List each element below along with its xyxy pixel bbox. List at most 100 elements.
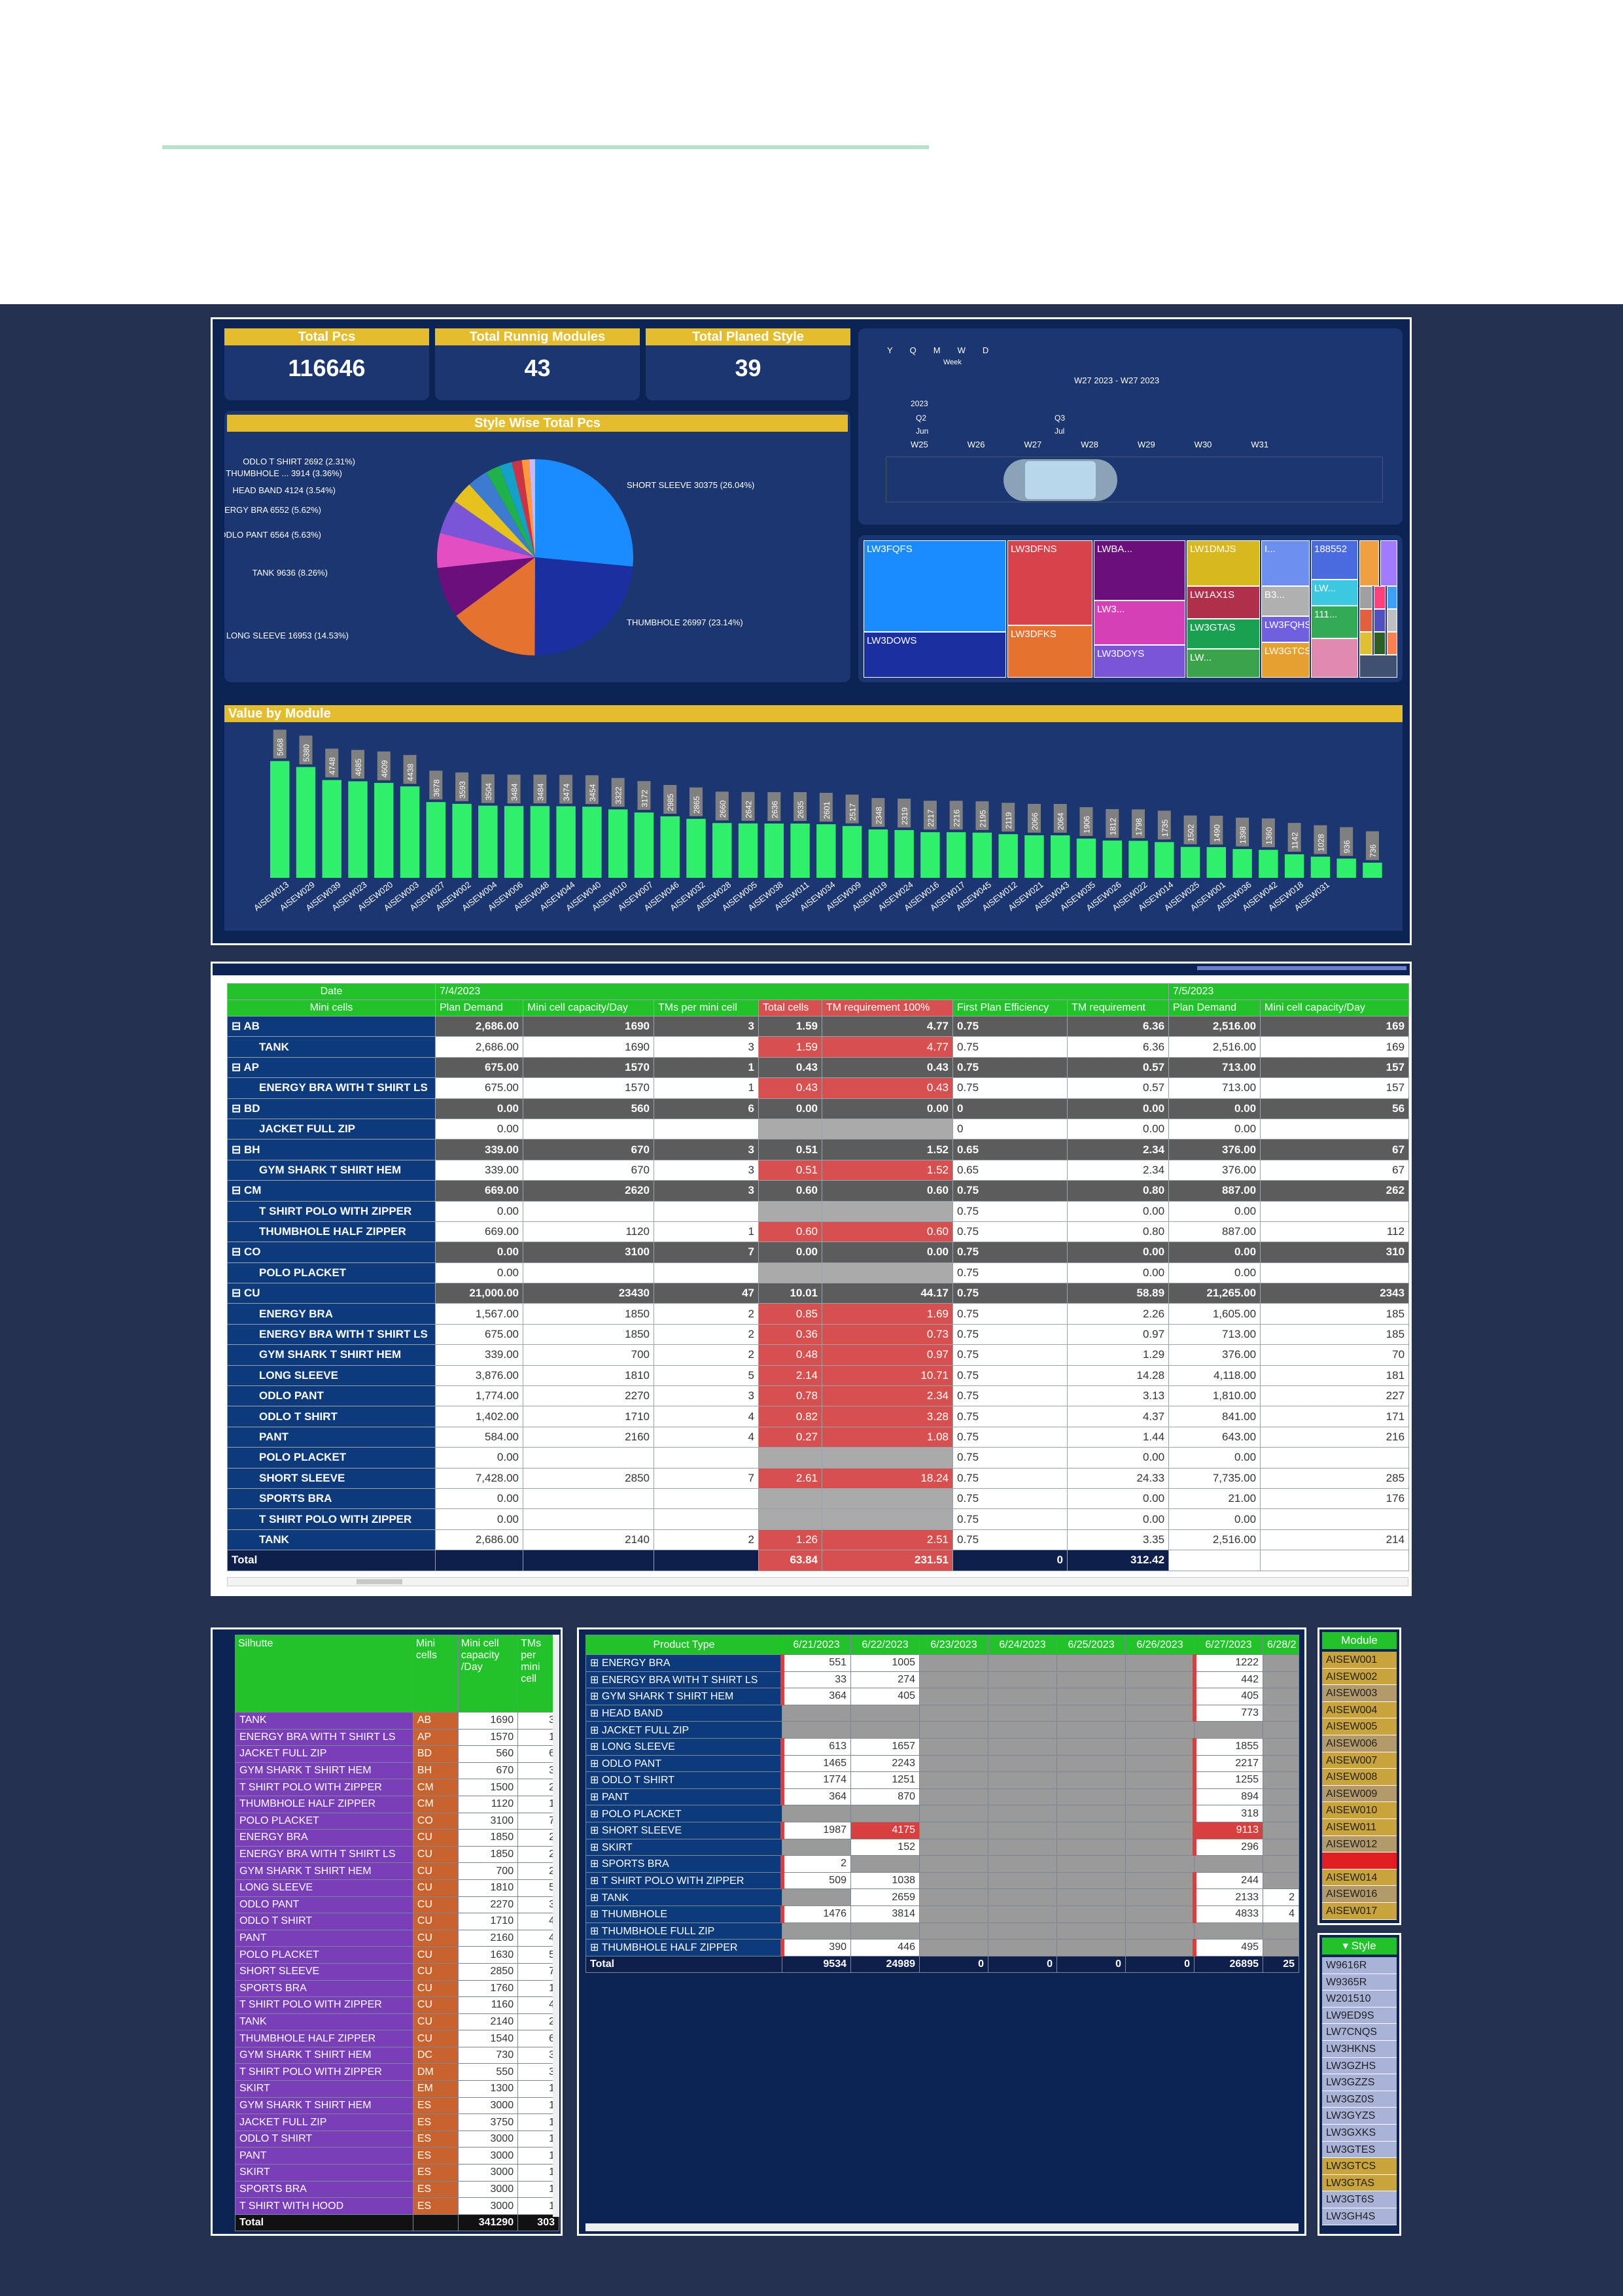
treemap-tile[interactable]: LW3DFNS bbox=[1007, 540, 1092, 625]
treemap-tile[interactable] bbox=[1380, 540, 1397, 586]
module-item[interactable]: AISEW006 bbox=[1322, 1735, 1397, 1752]
matrix-col-header[interactable]: TMs per mini cell bbox=[654, 1000, 759, 1017]
silhouette-scrollbar[interactable] bbox=[553, 1635, 559, 2217]
bar[interactable] bbox=[1102, 840, 1122, 878]
bar[interactable] bbox=[1024, 835, 1044, 878]
style-item[interactable]: W201510 bbox=[1322, 1991, 1397, 2008]
treemap-tile[interactable] bbox=[1387, 609, 1397, 632]
bar[interactable] bbox=[998, 834, 1018, 878]
style-item[interactable]: LW3GTES bbox=[1322, 2141, 1397, 2159]
bar[interactable] bbox=[322, 780, 341, 878]
treemap-tile[interactable] bbox=[1374, 586, 1386, 609]
bar[interactable] bbox=[530, 806, 550, 878]
treemap-tile[interactable] bbox=[1311, 638, 1358, 678]
silhouette-col-header[interactable]: Silhutte bbox=[235, 1635, 413, 1713]
timeline-level-w[interactable]: W bbox=[958, 345, 966, 355]
matrix-col-header[interactable]: Plan Demand bbox=[435, 1000, 523, 1017]
product-label[interactable]: ⊞ ENERGY BRA bbox=[585, 1654, 782, 1672]
matrix-col-header[interactable]: TM requirement bbox=[1066, 1000, 1170, 1017]
pie-slice[interactable] bbox=[535, 459, 633, 567]
treemap-tile[interactable]: LW1DMJS bbox=[1187, 540, 1260, 586]
style-item[interactable]: LW3GZZS bbox=[1322, 2074, 1397, 2091]
module-item[interactable]: AISEW007 bbox=[1322, 1752, 1397, 1769]
timeline-level-m[interactable]: M bbox=[934, 345, 941, 355]
treemap-tile[interactable] bbox=[1359, 632, 1372, 655]
treemap-tile[interactable]: LW3DOWS bbox=[864, 632, 1006, 678]
bar[interactable] bbox=[426, 802, 446, 878]
style-item[interactable]: LW3GZHS bbox=[1322, 2057, 1397, 2075]
expand-icon[interactable]: ⊞ bbox=[590, 1725, 602, 1736]
product-label[interactable]: ⊞ ODLO PANT bbox=[585, 1754, 782, 1773]
collapse-icon[interactable]: ⊟ bbox=[232, 1184, 244, 1196]
timeline-level-y[interactable]: Y bbox=[887, 345, 893, 355]
module-item[interactable]: AISEW014 bbox=[1322, 1869, 1397, 1887]
matrix-row-label[interactable]: ⊟ CO bbox=[227, 1242, 436, 1263]
product-label[interactable]: ⊞ HEAD BAND bbox=[585, 1704, 782, 1722]
bar[interactable] bbox=[1363, 862, 1382, 878]
product-col-header[interactable]: 6/26/2023 bbox=[1125, 1635, 1195, 1655]
product-label[interactable]: ⊞ POLO PLACKET bbox=[585, 1805, 782, 1822]
expand-icon[interactable]: ⊞ bbox=[590, 1691, 602, 1702]
product-col-header[interactable]: 6/28/2 bbox=[1263, 1635, 1299, 1655]
product-label[interactable]: ⊞ TANK bbox=[585, 1888, 782, 1906]
bar[interactable] bbox=[1180, 846, 1200, 878]
bar[interactable] bbox=[1336, 858, 1356, 878]
matrix-row-label[interactable]: ⊟ CU bbox=[227, 1283, 436, 1304]
module-item[interactable]: AISEW011 bbox=[1322, 1818, 1397, 1836]
treemap-tile[interactable] bbox=[1359, 586, 1372, 609]
timeline-week[interactable]: W30 bbox=[1195, 440, 1212, 449]
treemap-tile[interactable]: LW3FQFS bbox=[864, 540, 1006, 632]
product-col-header[interactable]: Product Type bbox=[585, 1635, 782, 1655]
expand-icon[interactable]: ⊞ bbox=[590, 1708, 602, 1719]
style-item[interactable]: LW9ED9S bbox=[1322, 2007, 1397, 2025]
treemap-tile[interactable]: LW3... bbox=[1094, 600, 1185, 645]
treemap-tile[interactable]: LW3FQHS bbox=[1261, 616, 1310, 642]
style-item[interactable]: LW3GT6S bbox=[1322, 2191, 1397, 2208]
bar[interactable] bbox=[816, 824, 836, 878]
bar[interactable] bbox=[1232, 848, 1252, 878]
treemap-tile[interactable] bbox=[1374, 632, 1386, 655]
product-col-header[interactable]: 6/25/2023 bbox=[1056, 1635, 1126, 1655]
product-hscroll[interactable] bbox=[585, 2223, 1299, 2231]
bar[interactable] bbox=[790, 823, 810, 878]
bar[interactable] bbox=[582, 807, 602, 878]
collapse-icon[interactable]: ⊟ bbox=[232, 1020, 243, 1032]
treemap-tile[interactable]: LW3DOYS bbox=[1094, 645, 1185, 678]
bar[interactable] bbox=[1284, 854, 1304, 878]
bar[interactable] bbox=[1206, 847, 1227, 878]
expand-icon[interactable]: ⊞ bbox=[590, 1809, 602, 1820]
product-col-header[interactable]: 6/22/2023 bbox=[850, 1635, 920, 1655]
style-item[interactable]: W9365R bbox=[1322, 1974, 1397, 1991]
bar[interactable] bbox=[1128, 841, 1148, 878]
style-item[interactable]: LW3GH4S bbox=[1322, 2208, 1397, 2225]
bar[interactable] bbox=[504, 806, 524, 878]
module-item[interactable]: AISEW001 bbox=[1322, 1652, 1397, 1669]
pie-slice[interactable] bbox=[534, 557, 633, 655]
style-item[interactable]: W9616R bbox=[1322, 1957, 1397, 1974]
expand-icon[interactable]: ⊞ bbox=[590, 1658, 602, 1669]
style-item[interactable]: LW3GYZS bbox=[1322, 2108, 1397, 2125]
expand-icon[interactable]: ⊞ bbox=[590, 1758, 602, 1769]
bar[interactable] bbox=[400, 786, 420, 878]
product-label[interactable]: ⊞ PANT bbox=[585, 1788, 782, 1806]
bar[interactable] bbox=[1310, 856, 1331, 878]
matrix-col-header[interactable]: Total cells bbox=[758, 1000, 822, 1017]
bar[interactable] bbox=[608, 809, 628, 878]
product-label[interactable]: ⊞ THUMBHOLE FULL ZIP bbox=[585, 1922, 782, 1940]
matrix-row-label[interactable]: ⊟ AB bbox=[227, 1015, 436, 1037]
expand-icon[interactable]: ⊞ bbox=[590, 1675, 602, 1686]
product-label[interactable]: ⊞ ENERGY BRA WITH T SHIRT LS bbox=[585, 1671, 782, 1689]
treemap-tile[interactable] bbox=[1374, 609, 1386, 632]
expand-icon[interactable]: ⊞ bbox=[590, 1926, 602, 1937]
style-item[interactable]: LW3GZ0S bbox=[1322, 2091, 1397, 2108]
product-label[interactable]: ⊞ JACKET FULL ZIP bbox=[585, 1721, 782, 1739]
matrix-col-header[interactable]: TM requirement 100% bbox=[822, 1000, 953, 1017]
bar[interactable] bbox=[478, 805, 498, 878]
timeline-week[interactable]: W26 bbox=[968, 440, 985, 449]
product-label[interactable]: ⊞ LONG SLEEVE bbox=[585, 1737, 782, 1756]
product-col-header[interactable]: 6/24/2023 bbox=[988, 1635, 1057, 1655]
matrix-row-label[interactable]: ⊟ BH bbox=[227, 1139, 436, 1160]
treemap-tile[interactable] bbox=[1387, 586, 1397, 609]
expand-icon[interactable]: ⊞ bbox=[590, 1875, 602, 1887]
bar[interactable] bbox=[634, 812, 654, 878]
